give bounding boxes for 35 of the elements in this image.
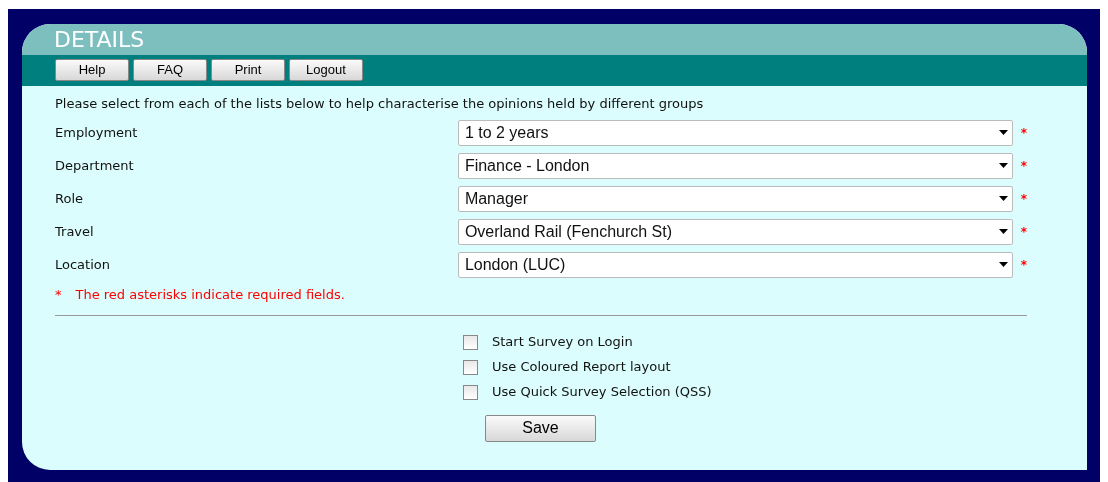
required-marker: * <box>1020 190 1027 208</box>
legend-text: The red asterisks indicate required fields. <box>75 286 345 304</box>
caret-icon <box>998 262 1008 267</box>
toolbar-button[interactable]: FAQ <box>133 59 207 81</box>
panel-title: DETAILS <box>54 27 145 52</box>
required-marker: * <box>1020 124 1027 142</box>
required-marker: * <box>1020 157 1027 175</box>
intro-text: Please select from each of the lists below to help characterise the opinions held by different groups <box>55 95 705 113</box>
dropdown[interactable]: Manager <box>457 185 1013 212</box>
checkbox-label: Start Survey on Login <box>492 333 633 352</box>
required-marker: * <box>1020 256 1027 274</box>
caret-icon <box>998 229 1008 234</box>
field-label: Department <box>55 156 135 175</box>
dropdown[interactable]: 1 to 2 years <box>457 119 1013 146</box>
required-marker: * <box>1020 223 1027 241</box>
checkbox[interactable] <box>463 384 478 400</box>
checkbox-label: Use Coloured Report layout <box>492 358 671 377</box>
field-label: Role <box>55 189 84 208</box>
checkbox[interactable] <box>463 359 478 375</box>
checkbox-label: Use Quick Survey Selection (QSS) <box>492 383 712 402</box>
field-label: Travel <box>55 222 95 241</box>
legend-marker: * <box>55 286 62 304</box>
save-button[interactable]: Save <box>485 414 596 442</box>
field-label: Location <box>55 255 111 274</box>
dropdown[interactable]: Finance - London <box>457 152 1013 179</box>
field-label: Employment <box>55 123 139 142</box>
caret-icon <box>998 130 1008 135</box>
toolbar-button[interactable]: Help <box>55 59 129 81</box>
toolbar-button[interactable]: Logout <box>289 59 363 81</box>
toolbar-button[interactable]: Print <box>211 59 285 81</box>
dropdown[interactable]: London (LUC) <box>457 251 1013 278</box>
caret-icon <box>998 163 1008 168</box>
caret-icon <box>998 196 1008 201</box>
dropdown[interactable]: Overland Rail (Fenchurch St) <box>457 218 1013 245</box>
checkbox[interactable] <box>463 334 478 350</box>
